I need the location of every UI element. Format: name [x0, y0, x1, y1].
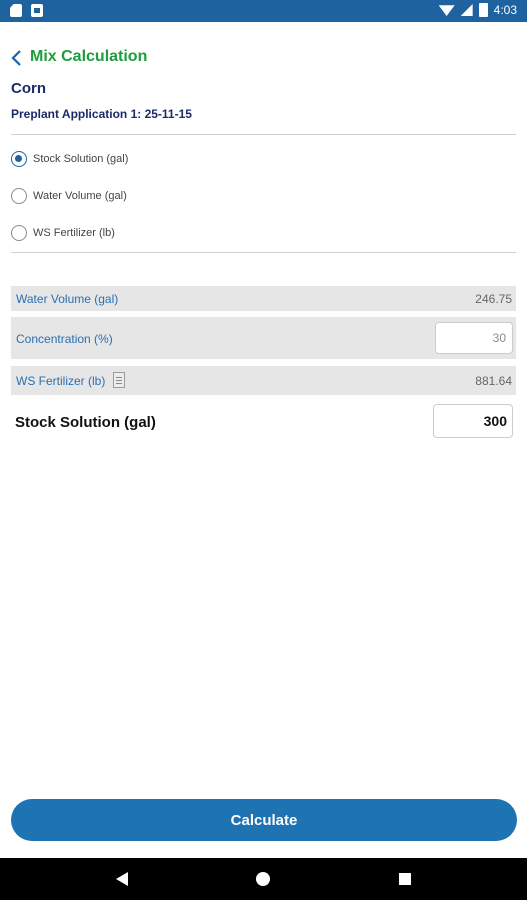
- notification-icon: [31, 4, 43, 17]
- radio-button[interactable]: [11, 188, 27, 204]
- signal-icon: [460, 4, 473, 16]
- water-volume-row: Water Volume (gal) 246.75: [11, 286, 516, 311]
- option-label: Water Volume (gal): [33, 190, 127, 202]
- water-volume-value: 246.75: [475, 292, 512, 306]
- system-nav-bar: [0, 858, 527, 900]
- battery-icon: [478, 3, 488, 17]
- crop-name: Corn: [11, 80, 46, 97]
- option-stock-solution[interactable]: Stock Solution (gal): [11, 147, 128, 171]
- nav-recent-apps-icon[interactable]: [399, 873, 411, 885]
- stock-solution-input[interactable]: 300: [433, 404, 513, 438]
- ws-fertilizer-value: 881.64: [475, 374, 512, 388]
- ws-fertilizer-row: WS Fertilizer (lb) 881.64: [11, 366, 516, 395]
- option-ws-fertilizer[interactable]: WS Fertilizer (lb): [11, 221, 115, 245]
- sim-card-icon: [10, 4, 22, 17]
- divider: [11, 134, 516, 135]
- concentration-row: Concentration (%) 30: [11, 317, 516, 359]
- calculate-button[interactable]: Calculate: [11, 799, 517, 841]
- nav-home-icon[interactable]: [256, 872, 270, 886]
- concentration-input[interactable]: 30: [435, 322, 513, 354]
- document-icon[interactable]: [113, 372, 125, 388]
- status-time: 4:03: [493, 3, 517, 17]
- option-water-volume[interactable]: Water Volume (gal): [11, 184, 127, 208]
- screen-title: Mix Calculation: [30, 48, 148, 65]
- back-chevron-icon[interactable]: [9, 50, 25, 66]
- status-bar: 4:03: [0, 0, 527, 22]
- nav-back-icon[interactable]: [116, 872, 128, 886]
- application-name: Preplant Application 1: 25-11-15: [11, 107, 192, 121]
- option-label: WS Fertilizer (lb): [33, 227, 115, 239]
- divider: [11, 252, 516, 253]
- radio-button-selected[interactable]: [11, 151, 27, 167]
- water-volume-label: Water Volume (gal): [16, 292, 119, 306]
- radio-button[interactable]: [11, 225, 27, 241]
- option-label: Stock Solution (gal): [33, 153, 129, 165]
- wifi-icon: [438, 5, 455, 16]
- stock-solution-label: Stock Solution (gal): [15, 414, 156, 431]
- concentration-label: Concentration (%): [16, 332, 113, 346]
- ws-fertilizer-label: WS Fertilizer (lb): [16, 374, 106, 388]
